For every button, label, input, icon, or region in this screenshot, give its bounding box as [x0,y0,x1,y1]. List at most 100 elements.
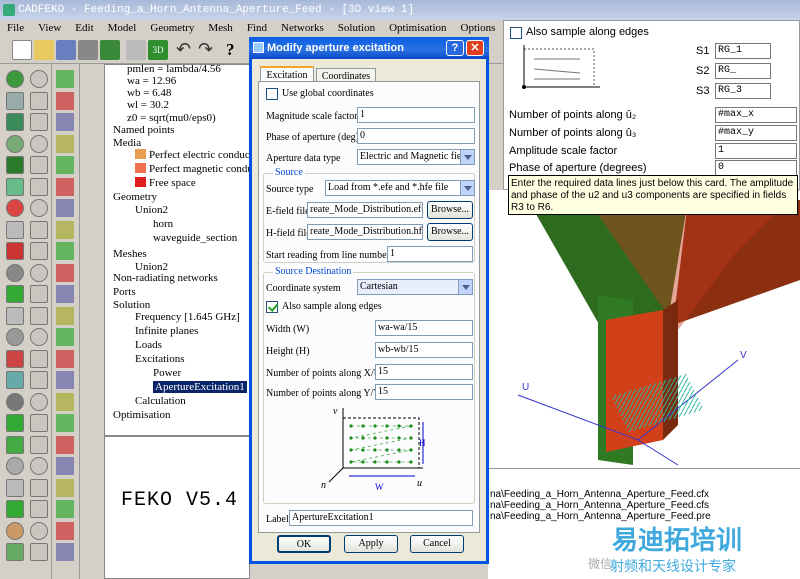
coord-select[interactable]: Cartesian [357,279,473,295]
tree-item[interactable]: Free space [135,177,196,190]
hfile-input[interactable]: reate_Mode_Distribution.hfe [307,224,423,240]
tool-icon[interactable] [30,521,48,540]
tool-icon[interactable] [30,113,48,131]
tool-icon[interactable] [56,478,74,497]
tree-item[interactable]: Named points [113,124,174,137]
tool-icon[interactable] [56,177,74,196]
tool-icon[interactable] [56,242,74,260]
tool-icon[interactable] [6,70,24,88]
coord-dropdown-icon[interactable] [458,280,472,294]
tool-icon[interactable] [6,242,24,260]
tool-icon[interactable] [30,500,48,518]
tree-item[interactable]: Meshes [113,248,147,261]
height-input[interactable]: wb-wb/15 [375,342,473,358]
tool-icon[interactable] [56,349,74,368]
save-icon[interactable] [56,40,76,60]
tool-icon[interactable] [6,113,24,131]
tool-icon[interactable] [6,521,24,540]
tool-icon[interactable] [56,70,74,88]
tool-icon[interactable] [56,500,74,518]
sample-edges-checkbox[interactable] [266,301,278,313]
rp-phase-input[interactable]: 0 [715,160,797,176]
tree-item[interactable]: horn [153,218,173,231]
tree-item[interactable]: Ports [113,286,136,299]
tool-icon[interactable] [30,134,48,153]
rp-npv-input[interactable]: #max_y [715,125,797,141]
tool-icon[interactable] [30,414,48,432]
tool-icon[interactable] [30,435,48,454]
menu-networks[interactable]: Networks [274,20,331,37]
tool-icon[interactable] [56,457,74,475]
tree-item[interactable]: waveguide_section [153,232,237,245]
tool-icon[interactable] [30,285,48,303]
tool-icon[interactable] [6,306,24,325]
tree-item[interactable]: Non-radiating networks [113,272,218,285]
menu-model[interactable]: Model [101,20,144,37]
tree-item[interactable]: Power [153,367,181,380]
tool-icon[interactable] [56,414,74,432]
tool-icon[interactable] [6,220,24,239]
tool-icon[interactable] [30,70,48,88]
help-icon[interactable]: ? [226,40,246,60]
redo-icon[interactable]: ↷ [198,40,218,60]
tool-icon[interactable] [56,113,74,131]
tool-icon[interactable] [56,199,74,217]
tool-icon[interactable] [30,263,48,282]
tool-icon[interactable] [6,478,24,497]
tool-icon[interactable] [30,177,48,196]
dialog-help-button[interactable]: ? [446,40,464,56]
apply-button[interactable]: Apply [344,535,398,553]
tool-icon[interactable] [30,392,48,411]
tool-icon[interactable] [56,220,74,239]
tool-icon[interactable] [6,134,24,153]
efile-browse-button[interactable]: Browse... [427,201,473,219]
tool-icon[interactable] [56,435,74,454]
view-icon[interactable] [126,40,146,60]
stype-select[interactable]: Load from *.efe and *.hfe file [325,180,475,196]
open-icon[interactable] [34,40,54,60]
cancel-button[interactable]: Cancel [410,535,464,553]
tree-item[interactable]: Infinite planes [135,325,198,338]
menu-find[interactable]: Find [240,20,274,37]
menu-mesh[interactable]: Mesh [201,20,239,37]
tool-icon[interactable] [30,328,48,346]
tool-icon[interactable] [30,91,48,110]
tool-icon[interactable] [30,199,48,217]
phase-input[interactable]: 0 [357,128,475,144]
tool-icon[interactable] [6,457,24,475]
tree-item[interactable]: Excitations [135,353,185,366]
menu-edit[interactable]: Edit [68,20,100,37]
tool-icon[interactable] [6,91,24,110]
menu-view[interactable]: View [31,20,68,37]
tool-icon[interactable] [56,521,74,540]
tool-icon[interactable] [30,242,48,260]
tool-icon[interactable] [56,91,74,110]
tree-item[interactable]: Optimisation [113,409,170,422]
ok-button[interactable]: OK [277,535,331,553]
3d-icon[interactable]: 3D [148,40,168,60]
tree-item[interactable]: Loads [135,339,162,352]
mag-input[interactable]: 1 [357,107,475,123]
menu-solution[interactable]: Solution [331,20,382,37]
tree-item[interactable]: Frequency [1.645 GHz] [135,311,240,324]
tree-item[interactable]: Geometry [113,191,157,204]
tool-icon[interactable] [56,328,74,346]
adt-select[interactable]: Electric and Magnetic field [357,149,475,165]
tool-icon[interactable] [56,306,74,325]
use-global-checkbox[interactable] [266,88,278,100]
tool-icon[interactable] [30,457,48,475]
tool-icon[interactable] [6,349,24,368]
efile-input[interactable]: reate_Mode_Distribution.efe [307,202,423,218]
tool-icon[interactable] [56,263,74,282]
rp-s1-input[interactable]: RG_1 [715,43,771,59]
ny-input[interactable]: 15 [375,384,473,400]
menu-options[interactable]: Options [454,20,503,37]
start-line-input[interactable]: 1 [387,246,473,262]
undo-icon[interactable]: ↶ [176,40,196,60]
rp-sample-edges-checkbox[interactable] [510,27,522,39]
hfile-browse-button[interactable]: Browse... [427,223,473,241]
tool-icon[interactable] [30,371,48,389]
tool-icon[interactable] [56,134,74,153]
adt-dropdown-icon[interactable] [460,150,474,164]
tool-icon[interactable] [6,543,24,561]
